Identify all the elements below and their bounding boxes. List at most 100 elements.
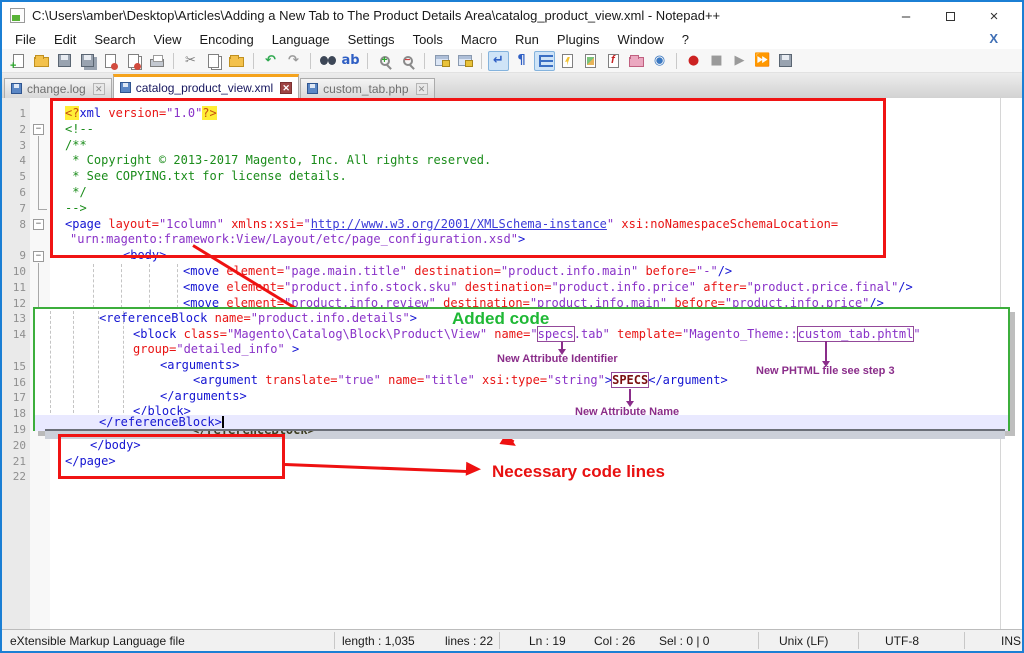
- paste-button[interactable]: [226, 51, 247, 71]
- macro-save-button[interactable]: [775, 51, 796, 71]
- menu-item-window[interactable]: Window: [609, 32, 673, 47]
- saved-file-icon: [11, 83, 22, 94]
- status-ln: Ln : 19: [529, 634, 566, 648]
- redo-icon: ↷: [288, 54, 299, 67]
- code-text: */: [65, 185, 87, 200]
- status-sel: Sel : 0 | 0: [659, 634, 709, 648]
- code-line-1[interactable]: 1<?xml version="1.0"?>: [2, 106, 1022, 122]
- menu-item-search[interactable]: Search: [85, 32, 144, 47]
- find-icon: [320, 56, 336, 66]
- menu-item-file[interactable]: File: [6, 32, 45, 47]
- tab-close-icon[interactable]: ✕: [93, 83, 105, 95]
- toolbar-separator: [173, 53, 174, 69]
- close-all-button[interactable]: [123, 51, 144, 71]
- tab-label: catalog_product_view.xml: [136, 81, 273, 95]
- text-caret: [222, 416, 224, 428]
- zoom-out-button[interactable]: [397, 51, 418, 71]
- print-icon: [150, 59, 164, 67]
- menu-item-encoding[interactable]: Encoding: [191, 32, 263, 47]
- tab-label: change.log: [27, 82, 86, 96]
- code-line-8[interactable]: 8<page layout="1column" xmlns:xsi="http:…: [2, 217, 1022, 233]
- line-number: 21: [2, 454, 26, 469]
- menu-item-tools[interactable]: Tools: [404, 32, 452, 47]
- code-text: <page layout="1column" xmlns:xsi="http:/…: [65, 217, 838, 232]
- code-line-2[interactable]: 2<!--: [2, 122, 1022, 138]
- zoom-in-button[interactable]: [374, 51, 395, 71]
- code-line-3[interactable]: 3/**: [2, 138, 1022, 154]
- code-line-9[interactable]: 9<body>: [2, 248, 1022, 264]
- new-file-icon: [13, 54, 24, 68]
- editor-area[interactable]: − − − 1<?xml version="1.0"?>2<!--3/**4 *…: [2, 98, 1022, 629]
- new-file-button[interactable]: [8, 51, 29, 71]
- macro-record-icon: ●: [688, 54, 699, 67]
- close-button[interactable]: ×: [972, 2, 1016, 30]
- open-file-icon: [34, 57, 49, 67]
- indent-guide-button[interactable]: [534, 51, 555, 71]
- macro-play-button[interactable]: ▶: [729, 51, 750, 71]
- undo-button[interactable]: ↶: [260, 51, 281, 71]
- code-line-10[interactable]: 10<move element="page.main.title" destin…: [2, 264, 1022, 280]
- status-col: Col : 26: [594, 634, 635, 648]
- code-line-4[interactable]: 4 * Copyright © 2013-2017 Magento, Inc. …: [2, 153, 1022, 169]
- save-all-button[interactable]: [77, 51, 98, 71]
- macro-stop-button[interactable]: ■: [706, 51, 727, 71]
- menu-item-view[interactable]: View: [145, 32, 191, 47]
- menu-item-settings[interactable]: Settings: [339, 32, 404, 47]
- code-line-5[interactable]: 5 * See COPYING.txt for license details.: [2, 169, 1022, 185]
- code-line-7[interactable]: 7-->: [2, 201, 1022, 217]
- tab-custom-tab-php[interactable]: custom_tab.php✕: [300, 78, 434, 98]
- word-wrap-button[interactable]: ↵: [488, 51, 509, 71]
- find-button[interactable]: [317, 51, 338, 71]
- folder-as-workspace-button[interactable]: [626, 51, 647, 71]
- print-button[interactable]: [146, 51, 167, 71]
- document-monitor-button[interactable]: ◉: [649, 51, 670, 71]
- function-list-button[interactable]: [603, 51, 624, 71]
- menu-item-run[interactable]: Run: [506, 32, 548, 47]
- menu-bar: FileEditSearchViewEncodingLanguageSettin…: [2, 30, 1022, 49]
- red-arrowhead-horizontal-icon: [466, 462, 482, 477]
- minimize-button[interactable]: –: [884, 2, 928, 30]
- undo-icon: ↶: [265, 54, 276, 67]
- macro-record-button[interactable]: ●: [683, 51, 704, 71]
- status-unix: Unix (LF): [779, 634, 828, 648]
- close-button[interactable]: [100, 51, 121, 71]
- toolbar-separator: [367, 53, 368, 69]
- copy-button[interactable]: [203, 51, 224, 71]
- save-button[interactable]: [54, 51, 75, 71]
- document-map-button[interactable]: [580, 51, 601, 71]
- tab-catalog-product-view-xml[interactable]: catalog_product_view.xml ✕: [113, 74, 299, 98]
- show-all-characters-button[interactable]: ¶: [511, 51, 532, 71]
- open-file-button[interactable]: [31, 51, 52, 71]
- tab-close-icon[interactable]: ✕: [280, 82, 292, 94]
- replace-button[interactable]: ab: [340, 51, 361, 71]
- maximize-button[interactable]: [928, 2, 972, 30]
- cut-button[interactable]: ✂: [180, 51, 201, 71]
- code-text: </referenceBlock>: [99, 415, 224, 430]
- added-code-label: Added code: [452, 309, 549, 329]
- new-phtml-file-arrowhead-icon: [822, 361, 830, 367]
- tab-close-icon[interactable]: ✕: [416, 83, 428, 95]
- added-code-overlay: <referenceBlock name="product.info.detai…: [33, 307, 1010, 431]
- sync-vertical-button[interactable]: [431, 51, 452, 71]
- code-text: </arguments>: [160, 389, 247, 404]
- menu-item-language[interactable]: Language: [263, 32, 339, 47]
- sync-horizontal-button[interactable]: [454, 51, 475, 71]
- tab-change-log[interactable]: change.log ✕: [4, 78, 112, 98]
- necessary-code-lines-label: Necessary code lines: [492, 462, 665, 482]
- define-language-icon: [562, 54, 573, 68]
- code-text: * See COPYING.txt for license details.: [65, 169, 347, 184]
- line-number: 12: [2, 296, 26, 311]
- menu-item-[interactable]: ?: [673, 32, 698, 47]
- line-number: 17: [2, 390, 26, 405]
- code-line-6[interactable]: 6 */: [2, 185, 1022, 201]
- code-line-wrap[interactable]: "urn:magento:framework:View/Layout/etc/p…: [2, 232, 1022, 248]
- menu-item-plugins[interactable]: Plugins: [548, 32, 609, 47]
- code-line-11[interactable]: 11<move element="product.info.stock.sku"…: [2, 280, 1022, 296]
- menu-close-document-button[interactable]: X: [989, 31, 998, 46]
- menu-item-edit[interactable]: Edit: [45, 32, 85, 47]
- code-text: <!--: [65, 122, 94, 137]
- define-language-button[interactable]: [557, 51, 578, 71]
- redo-button[interactable]: ↷: [283, 51, 304, 71]
- menu-item-macro[interactable]: Macro: [452, 32, 506, 47]
- macro-run-multiple-button[interactable]: ⏩: [752, 51, 773, 71]
